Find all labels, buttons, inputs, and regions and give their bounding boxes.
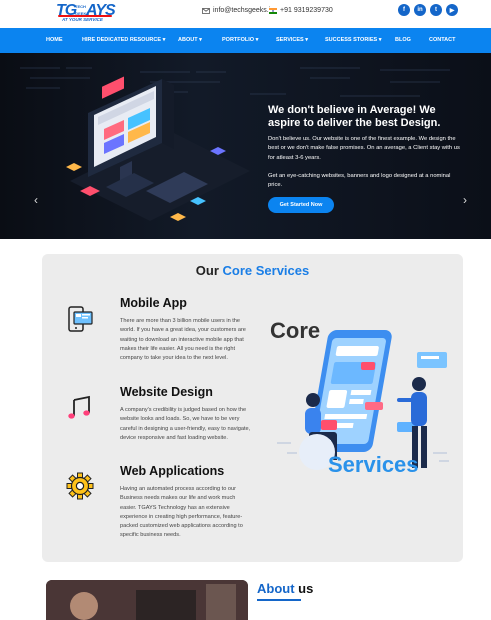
slider-next-arrow[interactable]: › bbox=[463, 193, 467, 207]
service-title-web-applications: Web Applications bbox=[120, 464, 225, 478]
nav-success-label: SUCCESS STORIES bbox=[325, 37, 378, 43]
nav-portfolio-label: PORTFOLIO bbox=[222, 37, 255, 43]
social-links: f in t ▶ bbox=[398, 4, 458, 16]
logo[interactable]: TG TECH GEEKS AYS AT YOUR SERVICE bbox=[56, 2, 120, 24]
logo-tagline: AT YOUR SERVICE bbox=[62, 17, 103, 22]
about-image bbox=[46, 580, 248, 620]
nav-about-label: ABOUT bbox=[178, 37, 198, 43]
services-heading-plain: Our bbox=[195, 263, 223, 278]
service-desc-mobile-app: There are more than 3 billion mobile use… bbox=[120, 318, 246, 362]
nav-hire-label: HIRE DEDICATED RESOURCE bbox=[82, 37, 162, 43]
about-heading: About us bbox=[257, 581, 313, 596]
nav-portfolio[interactable]: PORTFOLIO ▾ bbox=[222, 37, 258, 43]
twitter-icon[interactable]: t bbox=[430, 4, 442, 16]
slider-prev-arrow[interactable]: ‹ bbox=[34, 193, 38, 207]
music-note-icon bbox=[68, 395, 90, 419]
core-services-section: Our Core Services Mobile App There are m… bbox=[42, 254, 463, 562]
phone-text: +91 9319239730 bbox=[280, 7, 333, 14]
about-heading-accent: About bbox=[257, 581, 295, 596]
top-bar: TG TECH GEEKS AYS AT YOUR SERVICE info@t… bbox=[0, 0, 491, 28]
about-photo bbox=[46, 580, 248, 620]
main-nav: HOME HIRE DEDICATED RESOURCE ▾ ABOUT ▾ P… bbox=[0, 28, 491, 53]
service-desc-web-applications: Having an automated process according to… bbox=[120, 486, 243, 539]
phone-contact[interactable]: +91 9319239730 bbox=[269, 7, 333, 14]
email-icon bbox=[202, 7, 210, 14]
linkedin-icon[interactable]: in bbox=[414, 4, 426, 16]
nav-services-label: SERVICES bbox=[276, 37, 304, 43]
hero-subdescription: Get an eye-catching websites, banners an… bbox=[268, 173, 451, 189]
india-flag-icon bbox=[269, 7, 277, 14]
service-title-mobile-app: Mobile App bbox=[120, 296, 187, 310]
nav-blog[interactable]: BLOG bbox=[395, 37, 411, 43]
illustration-core-text: Core bbox=[270, 318, 321, 343]
youtube-icon[interactable]: ▶ bbox=[446, 4, 458, 16]
services-heading: Our Core Services bbox=[42, 263, 463, 278]
nav-home[interactable]: HOME bbox=[46, 37, 63, 43]
mobile-app-icon bbox=[68, 306, 93, 332]
isometric-computer-illustration bbox=[66, 76, 250, 221]
nav-services[interactable]: SERVICES ▾ bbox=[276, 37, 308, 43]
nav-hire-dedicated-resource[interactable]: HIRE DEDICATED RESOURCE ▾ bbox=[82, 37, 165, 43]
facebook-icon[interactable]: f bbox=[398, 4, 410, 16]
get-started-button[interactable]: Get Started Now bbox=[268, 197, 334, 213]
service-desc-website-design: A company's credibility is judged based … bbox=[120, 407, 251, 441]
hero-title: We don't believe in Average! We aspire t… bbox=[268, 104, 468, 130]
nav-about[interactable]: ABOUT ▾ bbox=[178, 37, 202, 43]
email-contact[interactable]: info@techsgeeks.in bbox=[202, 7, 274, 14]
service-title-website-design: Website Design bbox=[120, 385, 213, 399]
nav-success-stories[interactable]: SUCCESS STORIES ▾ bbox=[325, 37, 381, 43]
email-text: info@techsgeeks.in bbox=[213, 7, 275, 14]
logo-tech: TECH bbox=[75, 4, 86, 9]
hero-description: Don't believe us. Our website is one of … bbox=[268, 136, 460, 161]
hero-title-line2: aspire to deliver the best Design. bbox=[268, 117, 441, 129]
services-heading-accent: Core Services bbox=[222, 263, 310, 278]
about-heading-plain: us bbox=[294, 581, 314, 596]
illustration-services-text: Services bbox=[328, 452, 419, 477]
about-underline bbox=[257, 599, 301, 601]
hero-title-line1: We don't believe in Average! We bbox=[268, 104, 436, 116]
nav-contact[interactable]: CONTACT bbox=[429, 37, 455, 43]
gear-icon bbox=[66, 472, 94, 500]
